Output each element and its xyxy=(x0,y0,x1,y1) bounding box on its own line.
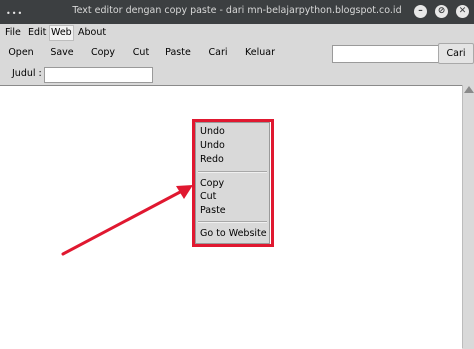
annotation-arrow-line xyxy=(61,189,184,256)
annotation-arrow xyxy=(61,185,193,256)
